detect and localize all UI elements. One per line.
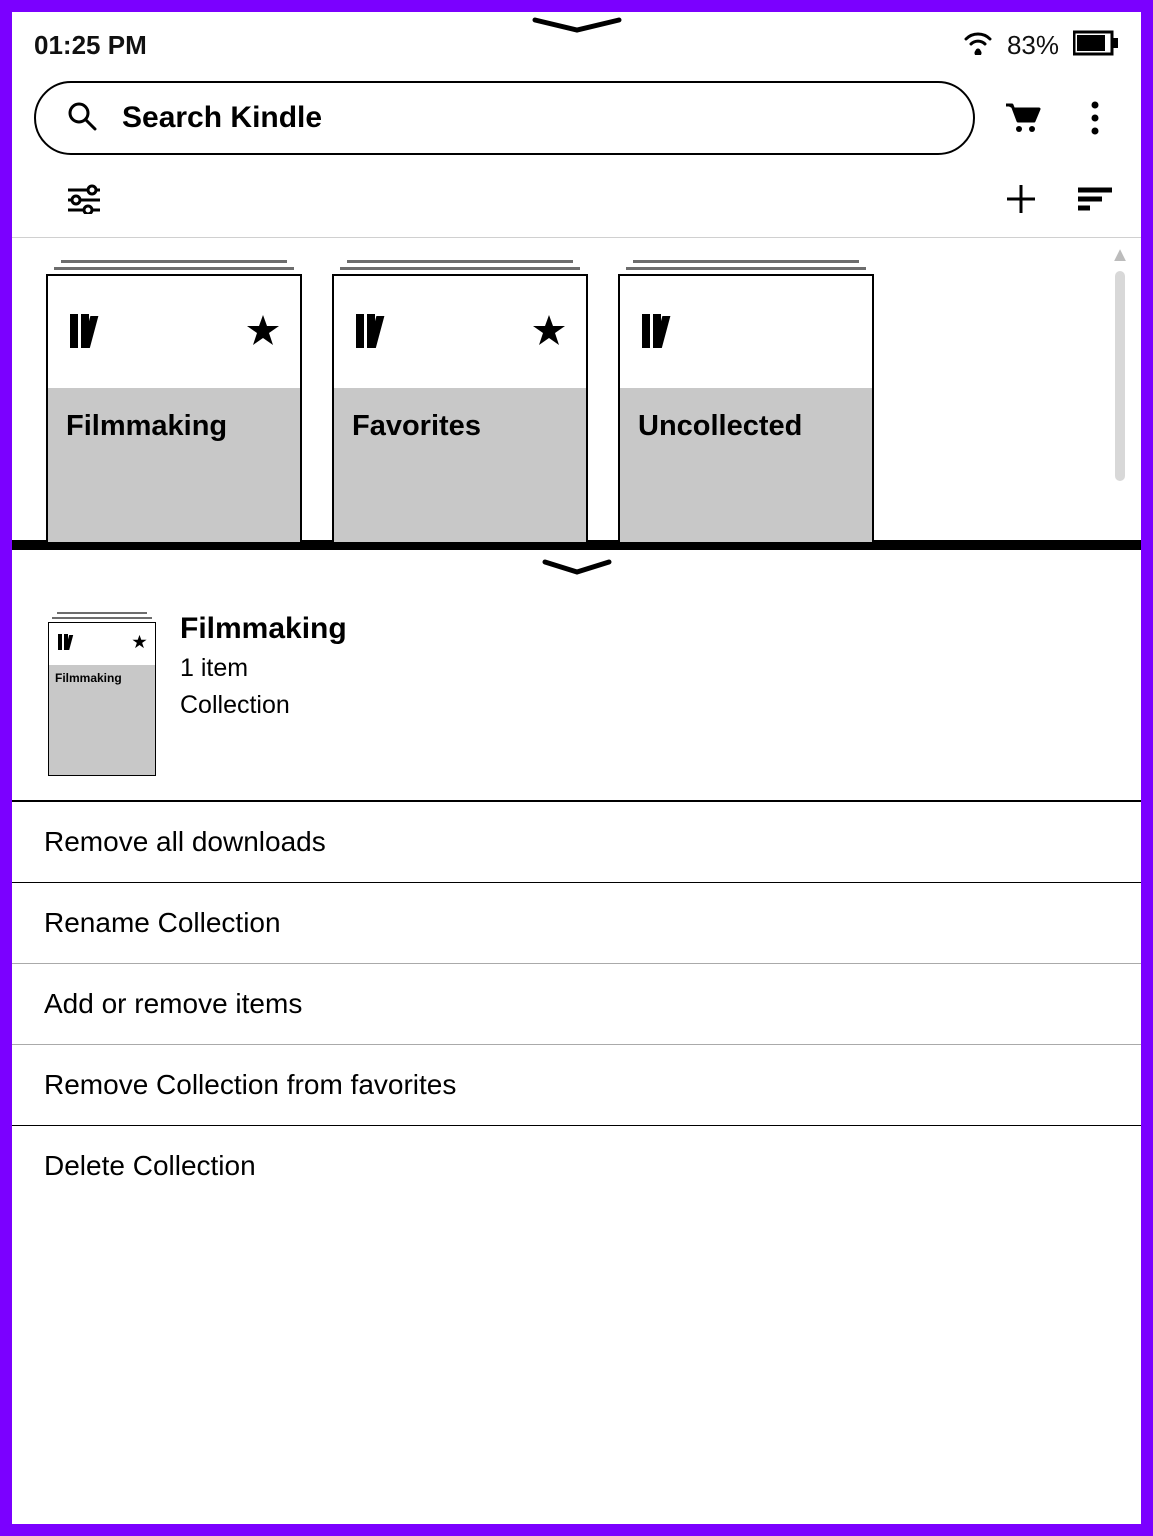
scroll-up-icon: ▲ — [1109, 244, 1131, 267]
collection-card-filmmaking[interactable]: Filmmaking — [46, 260, 302, 544]
battery-icon — [1073, 30, 1119, 61]
search-icon — [66, 100, 98, 137]
books-icon — [68, 310, 116, 355]
cart-button[interactable] — [999, 94, 1047, 142]
status-bar: 01:25 PM 83% — [12, 12, 1141, 71]
menu-remove-downloads[interactable]: Remove all downloads — [12, 800, 1141, 882]
filter-button[interactable] — [60, 175, 108, 223]
collection-title: Uncollected — [638, 410, 854, 443]
collections-grid: Filmmaking Favorites — [12, 238, 1141, 544]
collection-title: Filmmaking — [66, 410, 282, 443]
collection-title: Favorites — [352, 410, 568, 443]
context-item-count: 1 item — [180, 654, 347, 683]
star-icon — [532, 313, 566, 352]
collection-card-uncollected[interactable]: Uncollected — [618, 260, 874, 544]
search-placeholder: Search Kindle — [122, 101, 322, 135]
star-icon — [132, 634, 147, 654]
context-thumbnail: Filmmaking — [48, 612, 156, 776]
menu-rename-collection[interactable]: Rename Collection — [12, 882, 1141, 963]
context-header: Filmmaking Filmmaking 1 item Collection — [12, 550, 1141, 800]
star-icon — [246, 313, 280, 352]
chevron-down-icon[interactable] — [527, 16, 627, 45]
thumbnail-label: Filmmaking — [55, 671, 149, 685]
books-icon — [57, 632, 79, 657]
menu-delete-collection[interactable]: Delete Collection — [12, 1125, 1141, 1206]
context-title: Filmmaking — [180, 612, 347, 646]
sort-button[interactable] — [1071, 175, 1119, 223]
books-icon — [354, 310, 402, 355]
context-type: Collection — [180, 691, 347, 720]
battery-percentage: 83% — [1007, 30, 1059, 61]
clock: 01:25 PM — [34, 30, 147, 61]
search-input[interactable]: Search Kindle — [34, 81, 975, 155]
search-row: Search Kindle — [12, 71, 1141, 165]
collection-card-favorites[interactable]: Favorites — [332, 260, 588, 544]
context-menu-list: Remove all downloads Rename Collection A… — [12, 800, 1141, 1206]
menu-add-remove-items[interactable]: Add or remove items — [12, 963, 1141, 1044]
wifi-icon — [963, 31, 993, 60]
toolbar — [12, 165, 1141, 237]
books-icon — [640, 310, 688, 355]
context-menu: Filmmaking Filmmaking 1 item Collection … — [12, 550, 1141, 1524]
menu-remove-from-favorites[interactable]: Remove Collection from favorites — [12, 1044, 1141, 1125]
scrollbar[interactable]: ▲ — [1109, 244, 1131, 481]
add-button[interactable] — [997, 175, 1045, 223]
more-button[interactable] — [1071, 94, 1119, 142]
chevron-down-icon[interactable] — [537, 558, 617, 583]
